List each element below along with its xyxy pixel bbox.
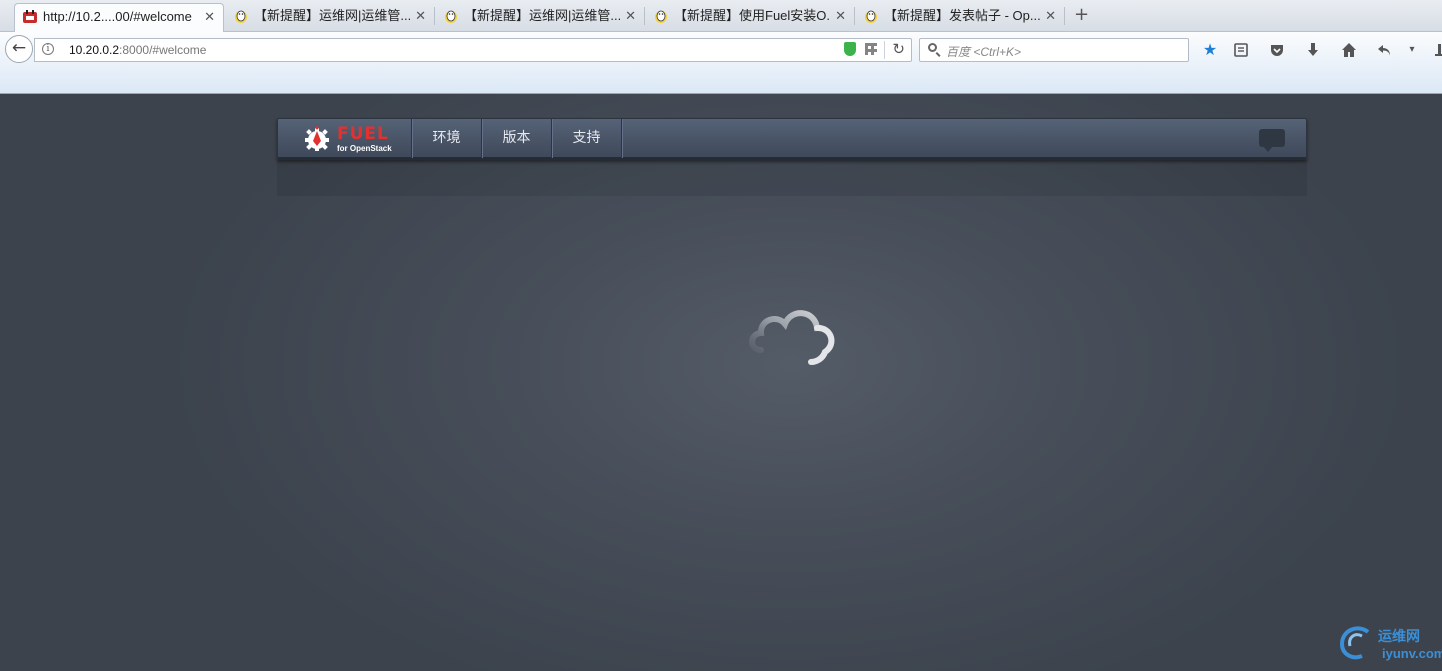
url-text[interactable]: 10.20.0.2:8000/#welcome — [69, 43, 206, 57]
url-path: :8000/#welcome — [119, 43, 207, 57]
search-icon — [928, 43, 937, 52]
tab-title: 【新提醒】运维网|运维管... — [254, 8, 410, 23]
pocket-icon[interactable] — [1267, 40, 1287, 60]
tab-title: http://10.2....00/#welcome — [43, 9, 192, 24]
fuel-logo[interactable]: FUEL for OpenStack — [304, 123, 392, 155]
arrow-left-icon: ← — [11, 38, 27, 58]
penguin-favicon-icon — [235, 10, 247, 23]
reading-list-icon[interactable] — [1231, 40, 1251, 60]
close-tab-icon[interactable]: ✕ — [204, 4, 215, 30]
tab-title: 【新提醒】发表帖子 - Op... — [884, 8, 1040, 23]
logo-subtitle: for OpenStack — [337, 144, 392, 153]
penguin-favicon-icon — [445, 10, 457, 23]
nav-under-panel — [277, 160, 1307, 196]
security-shield-icon[interactable] — [844, 42, 856, 56]
back-button[interactable]: ← — [5, 35, 33, 63]
reload-icon[interactable]: ↻ — [892, 40, 905, 58]
watermark-en-text: iyunv.com — [1382, 646, 1442, 661]
penguin-favicon-icon — [865, 10, 877, 23]
notifications-chat-icon[interactable] — [1259, 129, 1285, 152]
bookmark-star-icon[interactable]: ★ — [1200, 40, 1220, 60]
url-divider — [884, 41, 885, 59]
tab-strip: http://10.2....00/#welcome ✕ 【新提醒】运维网|运维… — [0, 0, 1442, 33]
browser-navbar: ← i 10.20.0.2:8000/#welcome ↻ 百度 <Ctrl+K… — [0, 32, 1442, 94]
qr-code-icon[interactable] — [865, 43, 877, 55]
tab-separator — [644, 7, 645, 25]
loading-cloud-spinner-icon — [749, 310, 835, 365]
nav-item-environments[interactable]: 环境 — [412, 119, 481, 158]
close-tab-icon[interactable]: ✕ — [625, 3, 636, 29]
page-content: FUEL for OpenStack 环境 版本 支持 运维网 iyunv.co… — [0, 94, 1442, 671]
search-bar[interactable]: 百度 <Ctrl+K> — [919, 38, 1189, 62]
url-bar[interactable]: i 10.20.0.2:8000/#welcome ↻ — [34, 38, 912, 62]
tab-separator — [854, 7, 855, 25]
tab-fuel-install[interactable]: 【新提醒】使用Fuel安装O... ✕ — [646, 3, 854, 32]
tab-title: 【新提醒】运维网|运维管... — [464, 8, 620, 23]
new-tab-button[interactable]: + — [1074, 4, 1089, 26]
fuel-gear-logo-icon — [305, 126, 329, 151]
info-icon[interactable]: i — [42, 43, 54, 55]
close-tab-icon[interactable]: ✕ — [835, 3, 846, 29]
logo-wordmark: FUEL — [337, 124, 389, 144]
penguin-favicon-icon — [655, 10, 667, 23]
tab-post-thread[interactable]: 【新提醒】发表帖子 - Op... ✕ — [856, 3, 1064, 32]
close-tab-icon[interactable]: ✕ — [415, 3, 426, 29]
tab-yunv-1[interactable]: 【新提醒】运维网|运维管... ✕ — [226, 3, 434, 32]
close-tab-icon[interactable]: ✕ — [1045, 3, 1056, 29]
tab-yunv-2[interactable]: 【新提醒】运维网|运维管... ✕ — [436, 3, 644, 32]
download-icon[interactable] — [1303, 40, 1323, 60]
watermark-cn-text: 运维网 — [1378, 629, 1420, 645]
swirl-logo-icon — [1339, 626, 1370, 660]
tab-separator — [434, 7, 435, 25]
fuel-favicon-icon — [23, 10, 37, 23]
nav-item-support[interactable]: 支持 — [552, 119, 621, 158]
watermark-logo: 运维网 iyunv.com — [1338, 622, 1442, 666]
url-host: 10.20.0.2 — [69, 43, 120, 57]
nav-item-releases[interactable]: 版本 — [482, 119, 551, 158]
tab-fuel-welcome[interactable]: http://10.2....00/#welcome ✕ — [14, 3, 224, 33]
nav-separator — [621, 119, 622, 158]
home-icon[interactable] — [1339, 40, 1359, 60]
undo-icon[interactable] — [1375, 40, 1395, 60]
search-placeholder: 百度 <Ctrl+K> — [946, 45, 1022, 59]
fuel-top-nav: FUEL for OpenStack 环境 版本 支持 — [277, 118, 1307, 160]
tab-separator — [1064, 7, 1065, 25]
overflow-icon[interactable] — [1430, 40, 1442, 60]
tab-title: 【新提醒】使用Fuel安装O... — [674, 8, 830, 23]
dropdown-icon[interactable]: ▾ — [1402, 40, 1422, 60]
